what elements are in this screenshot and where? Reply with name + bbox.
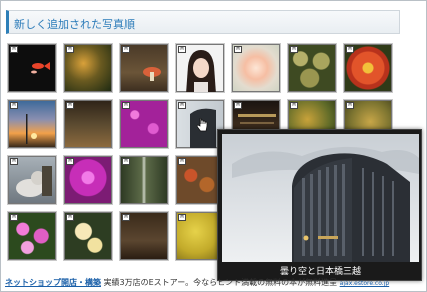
footer-ad-text: 実績3万店のEストアー。今ならヒント満載の無料の本が無料進呈 [101, 278, 338, 287]
thumb-purple-mums[interactable]: M [63, 155, 113, 205]
footer-ad: ネットショップ開店・構築 実績3万店のEストアー。今ならヒント満載の無料の本が無… [5, 277, 425, 291]
footer-ad-url[interactable]: ajax.estore.co.jp [340, 280, 390, 287]
section-header: 新しく追加された写真順 [6, 10, 400, 34]
thumb-rose[interactable]: M [231, 43, 281, 93]
photo-badge-icon: M [66, 102, 74, 109]
photo-preview-popup[interactable]: 曇り空と日本橋三越 [217, 129, 422, 281]
thumb-autumn-tree[interactable]: M [63, 43, 113, 93]
photo-badge-icon: M [66, 158, 74, 165]
photo-badge-icon: M [290, 46, 298, 53]
thumb-alley[interactable]: M [119, 155, 169, 205]
photo-badge-icon: M [346, 46, 354, 53]
photo-badge-icon: M [234, 46, 242, 53]
thumb-white-mums[interactable]: M [63, 211, 113, 261]
photo-badge-icon: M [234, 102, 242, 109]
photo-badge-icon: M [346, 102, 354, 109]
photo-badge-icon: M [122, 214, 130, 221]
preview-caption: 曇り空と日本橋三越 [279, 267, 361, 277]
photo-badge-icon: M [178, 158, 186, 165]
photo-badge-icon: M [290, 102, 298, 109]
thumb-cat[interactable]: M [7, 155, 57, 205]
photo-badge-icon: M [10, 214, 18, 221]
thumb-chrysanthemums[interactable]: M [7, 211, 57, 261]
thumb-purple-flowers[interactable]: M [119, 99, 169, 149]
photo-badge-icon: M [178, 46, 186, 53]
photo-badge-icon: M [10, 46, 18, 53]
thumb-sunset[interactable]: M [7, 99, 57, 149]
photo-badge-icon: M [66, 214, 74, 221]
thumb-portrait-girl[interactable]: M [175, 43, 225, 93]
photo-badge-icon: M [10, 158, 18, 165]
footer-ad-link[interactable]: ネットショップ開店・構築 [5, 278, 101, 287]
thumb-red-chrysanthemum[interactable]: M [343, 43, 393, 93]
thumb-goldfish[interactable]: M [7, 43, 57, 93]
thumb-mushroom[interactable]: M [119, 43, 169, 93]
thumb-forest-path[interactable]: M [63, 99, 113, 149]
hand-cursor-icon [196, 118, 208, 132]
preview-image [222, 134, 419, 262]
photo-badge-icon: M [66, 46, 74, 53]
page-frame: 新しく追加された写真順 M M M M M M M M M M M M M M … [0, 0, 427, 292]
section-title: 新しく追加された写真順 [14, 18, 135, 31]
photo-badge-icon: M [10, 102, 18, 109]
thumb-stone-lantern[interactable]: M [119, 211, 169, 261]
photo-badge-icon: M [122, 158, 130, 165]
photo-badge-icon: M [178, 102, 186, 109]
photo-badge-icon: M [178, 214, 186, 221]
photo-badge-icon: M [122, 46, 130, 53]
thumb-cactus[interactable]: M [287, 43, 337, 93]
photo-badge-icon: M [122, 102, 130, 109]
